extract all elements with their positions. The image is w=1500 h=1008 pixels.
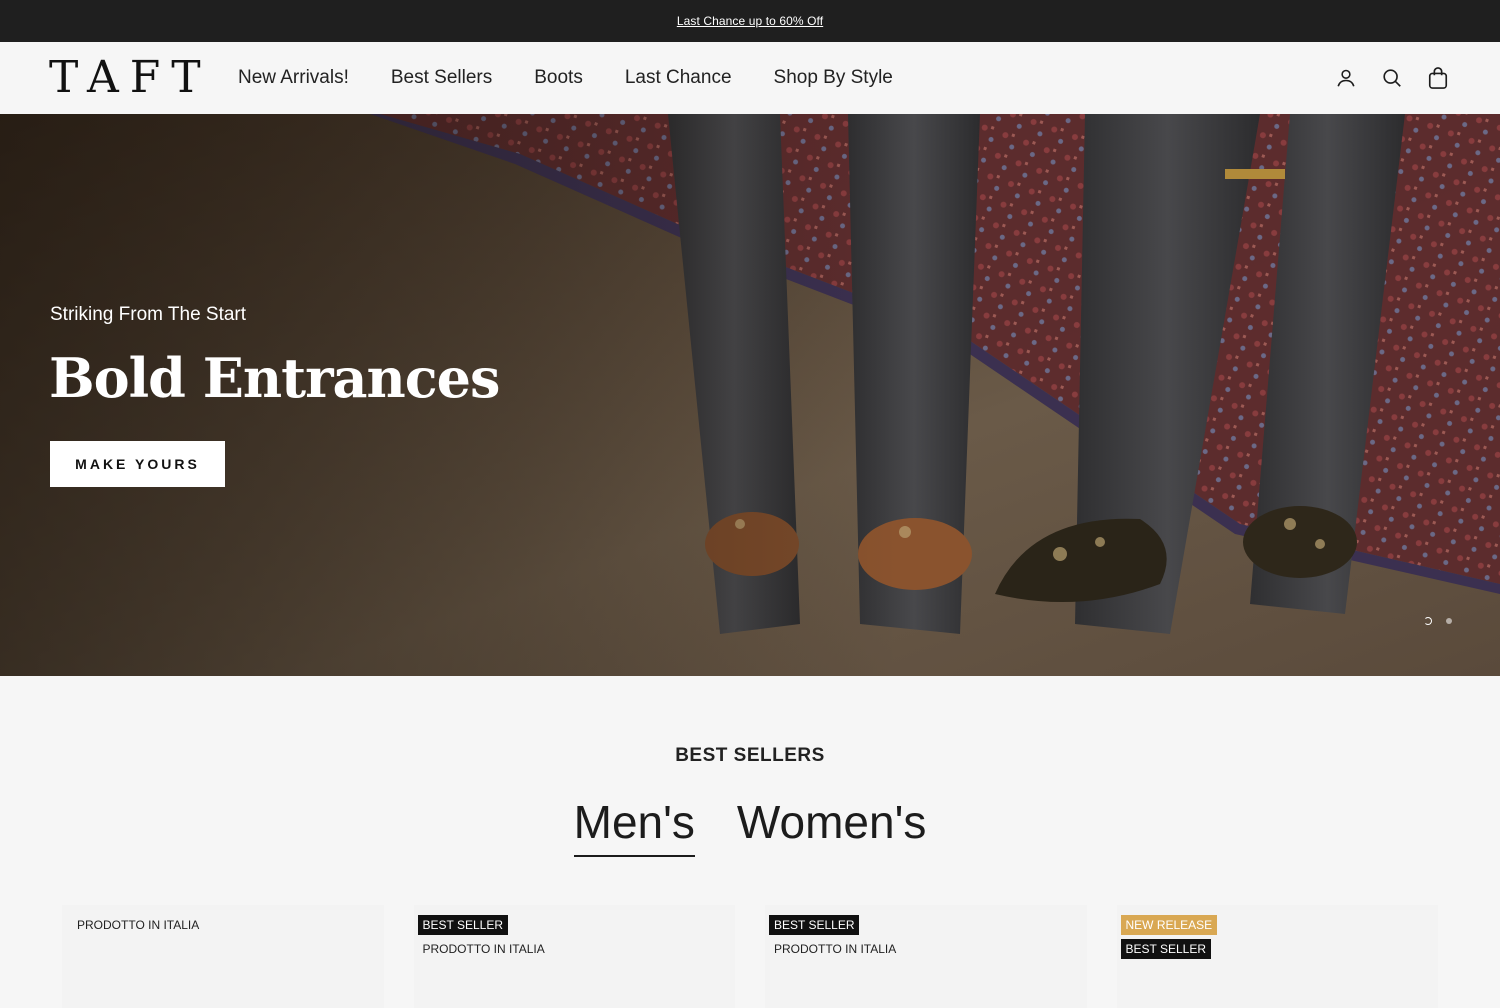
- product-card[interactable]: BEST SELLER PRODOTTO IN ITALIA: [765, 905, 1087, 1008]
- product-card[interactable]: BEST SELLER PRODOTTO IN ITALIA: [413, 905, 735, 1008]
- announcement-link[interactable]: Last Chance up to 60% Off: [677, 14, 823, 28]
- search-icon[interactable]: [1380, 66, 1404, 90]
- product-badges: BEST SELLER PRODOTTO IN ITALIA: [769, 915, 901, 959]
- main-nav: New Arrivals! Best Sellers Boots Last Ch…: [238, 42, 893, 114]
- best-seller-badge: BEST SELLER: [769, 915, 860, 935]
- nav-new-arrivals[interactable]: New Arrivals!: [238, 67, 349, 89]
- hero-eyebrow: Striking From The Start: [50, 304, 247, 325]
- product-card[interactable]: NEW RELEASE BEST SELLER: [1116, 905, 1438, 1008]
- tab-womens[interactable]: Women's: [737, 795, 926, 857]
- site-header: TAFT New Arrivals! Best Sellers Boots La…: [0, 42, 1500, 114]
- make-yours-button[interactable]: MAKE YOURS: [50, 441, 225, 487]
- product-badges: NEW RELEASE BEST SELLER: [1120, 915, 1218, 959]
- slide-dot-2[interactable]: [1446, 618, 1452, 624]
- tab-mens[interactable]: Men's: [573, 795, 695, 857]
- logo[interactable]: TAFT: [49, 55, 212, 101]
- slide-dot-1[interactable]: [1424, 617, 1432, 625]
- made-in-italy-label: PRODOTTO IN ITALIA: [422, 942, 545, 956]
- new-release-badge: NEW RELEASE: [1120, 915, 1218, 935]
- account-icon[interactable]: [1334, 66, 1358, 90]
- product-badges: PRODOTTO IN ITALIA: [72, 915, 204, 935]
- gender-tabs: Men's Women's: [0, 795, 1500, 857]
- product-badges: BEST SELLER PRODOTTO IN ITALIA: [417, 915, 550, 959]
- announcement-bar: Last Chance up to 60% Off: [0, 0, 1500, 42]
- header-actions: [1334, 42, 1450, 114]
- product-grid: PRODOTTO IN ITALIA BEST SELLER PRODOTTO …: [62, 905, 1438, 1008]
- nav-last-chance[interactable]: Last Chance: [625, 67, 732, 89]
- cart-icon[interactable]: [1426, 66, 1450, 90]
- made-in-italy-label: PRODOTTO IN ITALIA: [774, 942, 897, 956]
- hero-title: Bold Entrances: [49, 346, 500, 410]
- hero-banner: Striking From The Start Bold Entrances M…: [0, 114, 1500, 676]
- best-sellers-heading: BEST SELLERS: [675, 745, 825, 766]
- slider-dots: [1424, 617, 1452, 625]
- nav-shop-by-style[interactable]: Shop By Style: [774, 67, 893, 89]
- best-seller-badge: BEST SELLER: [417, 915, 508, 935]
- nav-best-sellers[interactable]: Best Sellers: [391, 67, 492, 89]
- made-in-italy-label: PRODOTTO IN ITALIA: [77, 918, 200, 932]
- best-seller-badge: BEST SELLER: [1120, 939, 1211, 959]
- nav-boots[interactable]: Boots: [534, 67, 583, 89]
- product-card[interactable]: PRODOTTO IN ITALIA: [62, 905, 384, 1008]
